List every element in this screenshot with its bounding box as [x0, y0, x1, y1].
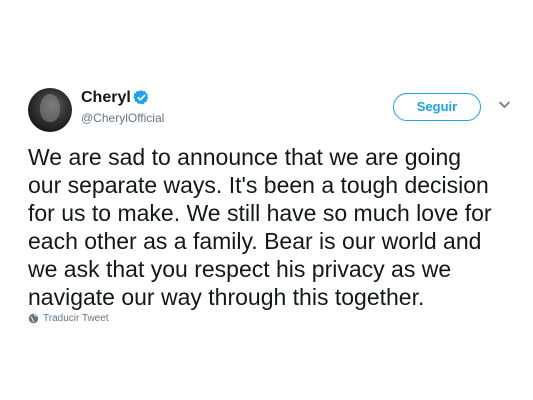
- author-display-name[interactable]: Cheryl: [81, 89, 131, 107]
- follow-button[interactable]: Seguir: [393, 93, 481, 121]
- translate-tweet-link[interactable]: Traducir Tweet: [28, 311, 109, 325]
- avatar[interactable]: [28, 88, 72, 132]
- translate-tweet-label: Traducir Tweet: [43, 312, 109, 324]
- chevron-down-icon[interactable]: [499, 101, 510, 109]
- tweet-text: We are sad to announce that we are going…: [28, 144, 492, 310]
- tweet-card: Cheryl @CherylOfficial Seguir We are sad…: [0, 0, 533, 400]
- author-handle[interactable]: @CherylOfficial: [81, 111, 164, 125]
- verified-badge-icon: [133, 90, 149, 105]
- globe-icon: [28, 313, 39, 323]
